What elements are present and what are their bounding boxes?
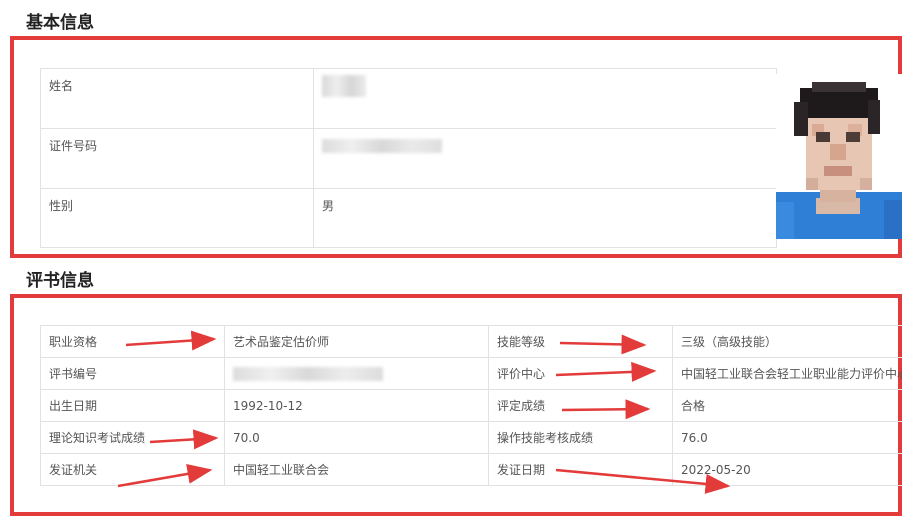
certificate-info-title: 评书信息 xyxy=(26,271,94,291)
theory-score-label: 理论知识考试成绩 xyxy=(40,421,225,454)
person-photo xyxy=(776,74,902,239)
assessment-result-value: 合格 xyxy=(672,389,902,422)
practical-score-label: 操作技能考核成绩 xyxy=(488,421,673,454)
name-value xyxy=(313,68,777,129)
evaluation-center-label: 评价中心 xyxy=(488,357,673,390)
qualification-label: 职业资格 xyxy=(40,325,225,358)
id-number-value xyxy=(313,128,777,189)
cert-number-value xyxy=(224,357,489,390)
skill-level-label: 技能等级 xyxy=(488,325,673,358)
name-redacted xyxy=(322,75,366,97)
table-row: 评书编号 评价中心 中国轻工业联合会轻工业职业能力评价中心 xyxy=(40,357,902,390)
table-row: 职业资格 艺术品鉴定估价师 技能等级 三级（高级技能） xyxy=(40,325,902,358)
cert-number-label: 评书编号 xyxy=(40,357,225,390)
gender-label: 性别 xyxy=(40,188,314,248)
name-label: 姓名 xyxy=(40,68,314,129)
cert-number-redacted xyxy=(233,366,383,381)
id-number-redacted xyxy=(322,139,442,153)
issue-date-value: 2022-05-20 xyxy=(672,453,902,486)
birth-date-value: 1992-10-12 xyxy=(224,389,489,422)
table-row: 理论知识考试成绩 70.0 操作技能考核成绩 76.0 xyxy=(40,421,902,454)
basic-info-table: 姓名 证件号码 性别 男 xyxy=(40,68,777,248)
assessment-result-label: 评定成绩 xyxy=(488,389,673,422)
evaluation-center-value: 中国轻工业联合会轻工业职业能力评价中心 xyxy=(672,357,902,390)
basic-info-title: 基本信息 xyxy=(26,13,94,33)
issuing-authority-value: 中国轻工业联合会 xyxy=(224,453,489,486)
gender-value: 男 xyxy=(313,188,777,248)
skill-level-value: 三级（高级技能） xyxy=(672,325,902,358)
birth-date-label: 出生日期 xyxy=(40,389,225,422)
qualification-value: 艺术品鉴定估价师 xyxy=(224,325,489,358)
practical-score-value: 76.0 xyxy=(672,421,902,454)
certificate-info-table: 职业资格 艺术品鉴定估价师 技能等级 三级（高级技能） 评书编号 评价中心 中国… xyxy=(40,325,902,486)
table-row: 发证机关 中国轻工业联合会 发证日期 2022-05-20 xyxy=(40,453,902,486)
theory-score-value: 70.0 xyxy=(224,421,489,454)
table-row: 出生日期 1992-10-12 评定成绩 合格 xyxy=(40,389,902,422)
id-number-label: 证件号码 xyxy=(40,128,314,189)
issue-date-label: 发证日期 xyxy=(488,453,673,486)
issuing-authority-label: 发证机关 xyxy=(40,453,225,486)
